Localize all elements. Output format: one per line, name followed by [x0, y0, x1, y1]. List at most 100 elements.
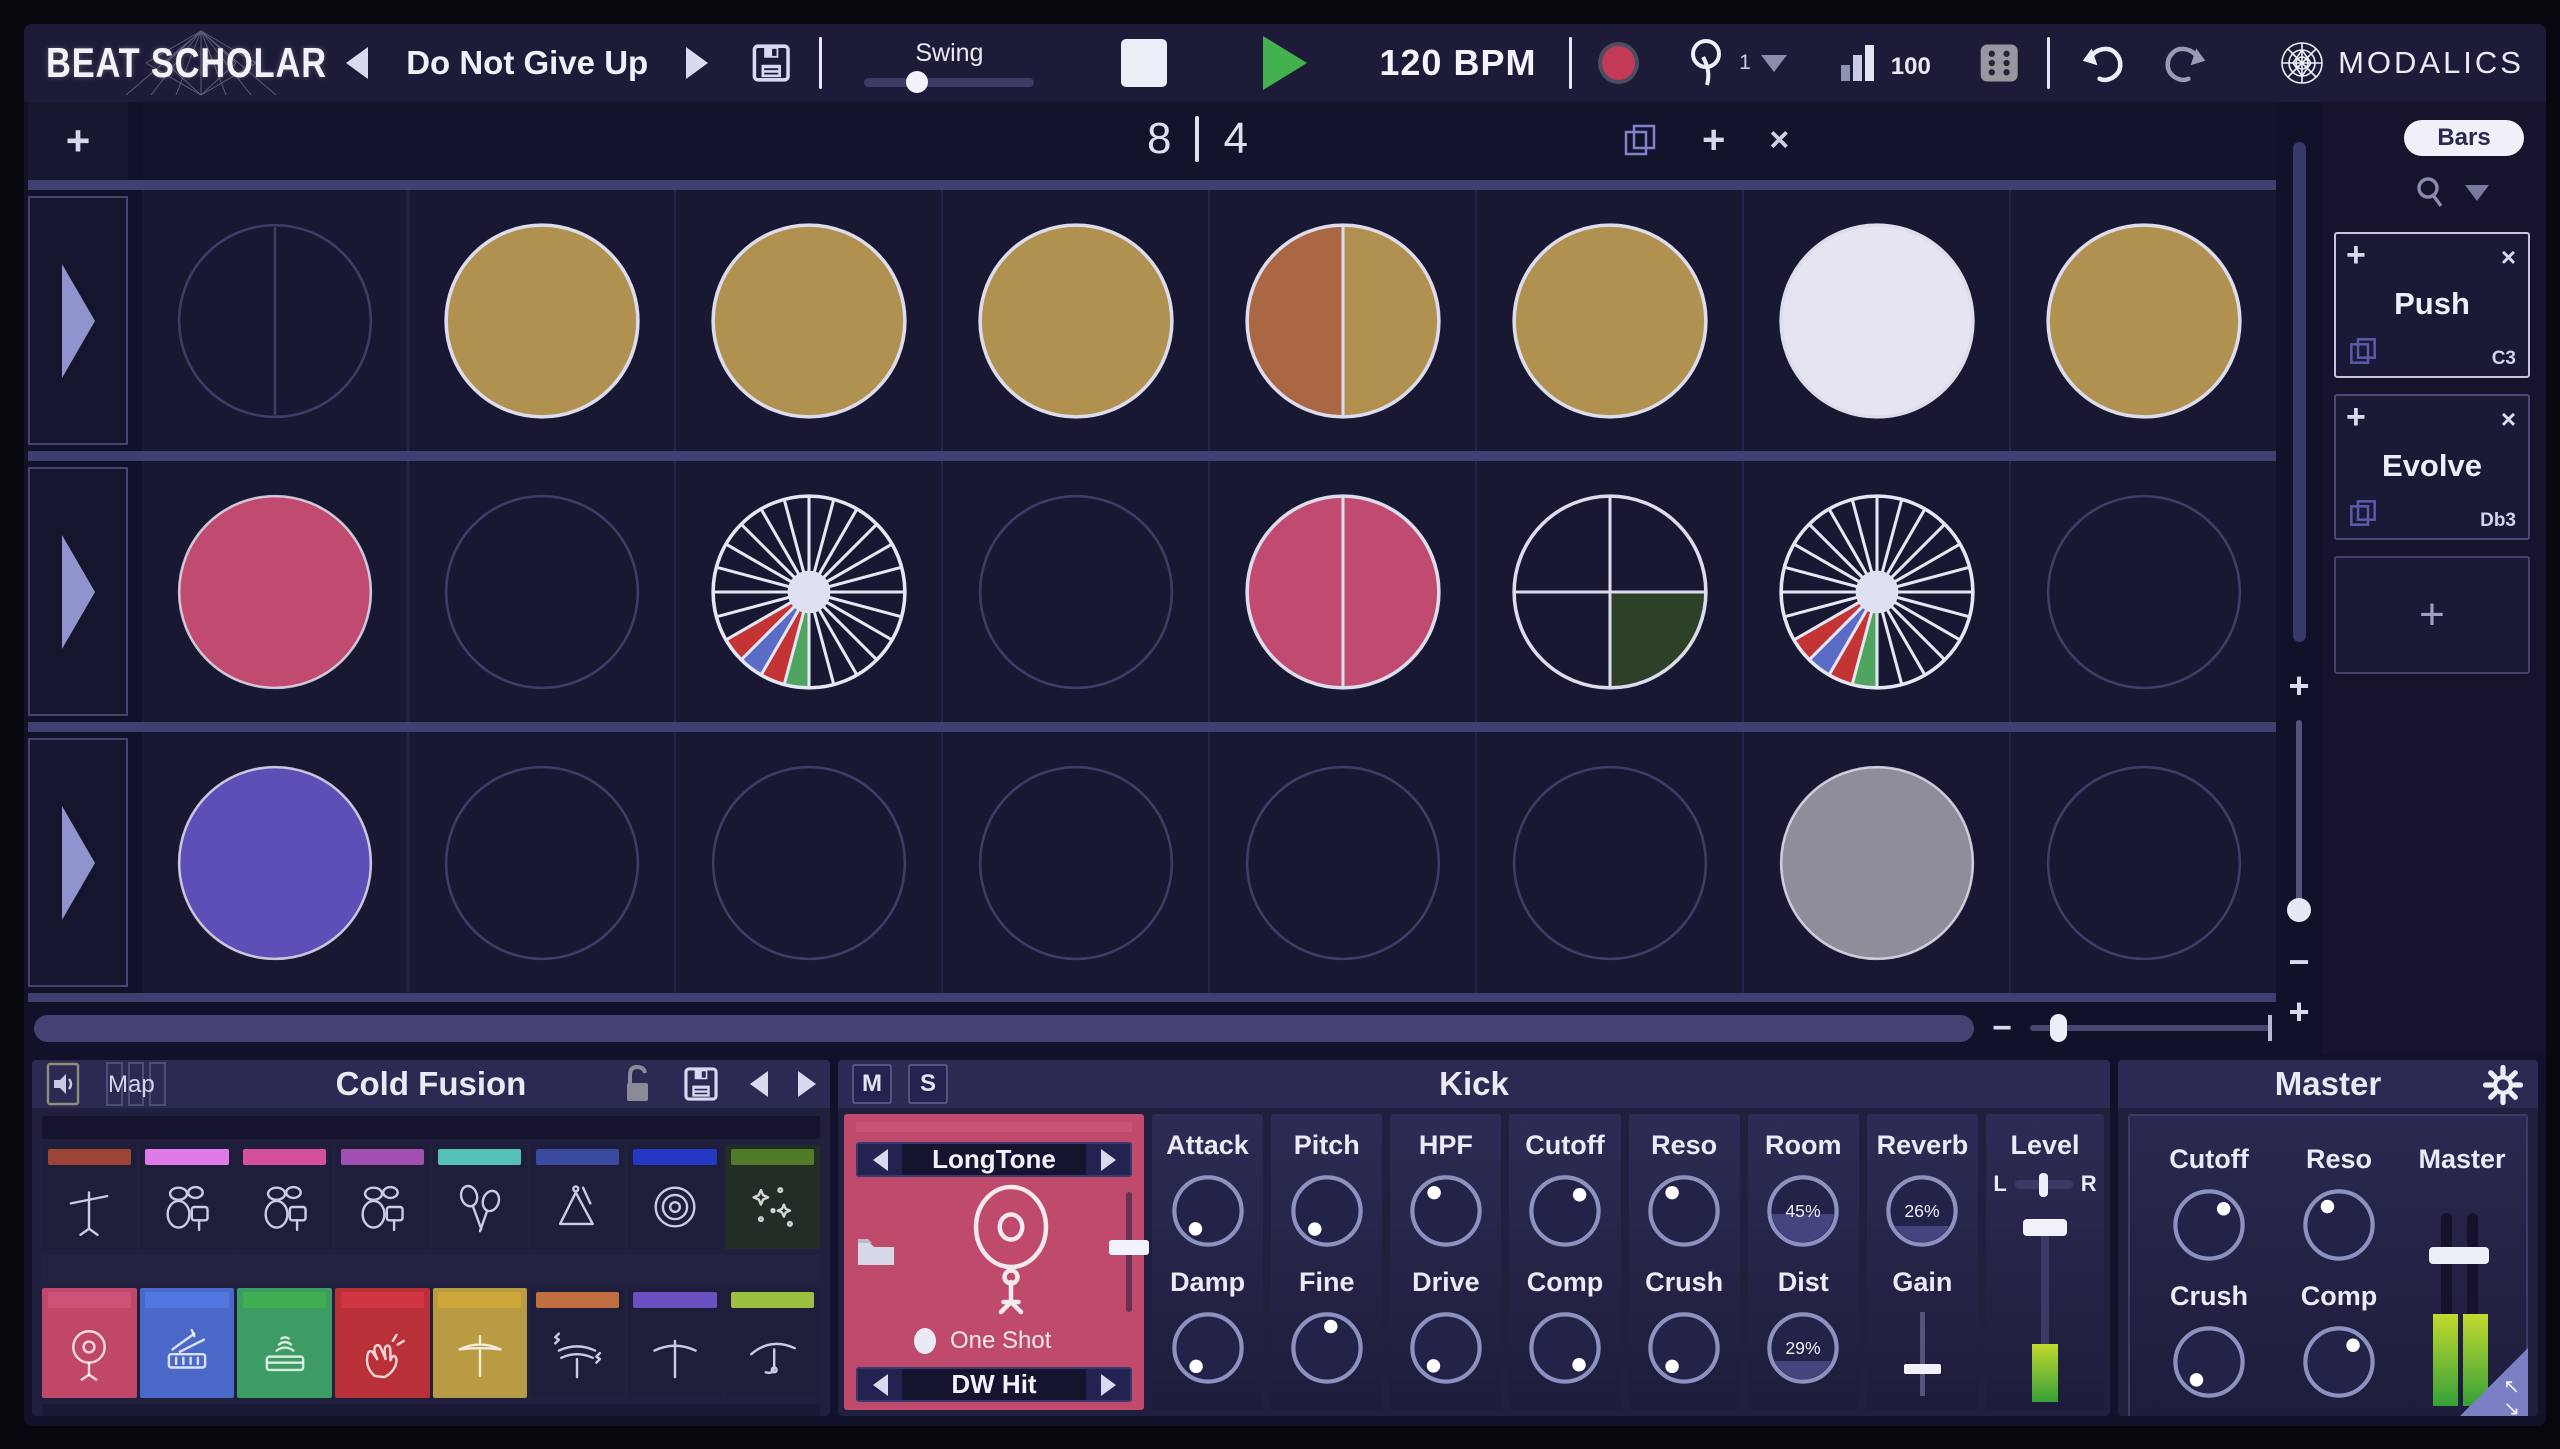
bar-count[interactable]: 100	[1891, 53, 1931, 81]
dice-icon[interactable]	[1977, 40, 2021, 86]
beat-cell-r1-c3[interactable]	[674, 190, 941, 451]
quantize-dropdown-icon[interactable]	[1761, 55, 1787, 72]
sidebar-dropdown-icon[interactable]	[2465, 185, 2489, 201]
bar-card-name[interactable]: Evolve	[2336, 448, 2528, 484]
drum-pad-cymbal[interactable]	[628, 1288, 723, 1398]
reverb-knob[interactable]: 26%	[1880, 1169, 1964, 1253]
bpm-display[interactable]: 120 BPM	[1379, 42, 1543, 84]
beat-cell-r2-c7[interactable]	[1742, 461, 2009, 722]
bars-mode-button[interactable]: Bars	[2404, 120, 2524, 156]
beat-cell-r3-c1[interactable]	[142, 732, 407, 993]
swing-slider[interactable]	[864, 78, 1034, 87]
sample-name-top[interactable]: LongTone	[902, 1144, 1086, 1175]
timeline-zoom-knob[interactable]	[2050, 1014, 2067, 1042]
cutoff-knob[interactable]	[1523, 1169, 1607, 1253]
play-button[interactable]	[1263, 36, 1307, 90]
beat-cell-r2-c3[interactable]	[674, 461, 941, 722]
beat-cell-r1-c2[interactable]	[407, 190, 674, 451]
room-knob[interactable]: 45%	[1761, 1169, 1845, 1253]
next-kit-icon[interactable]	[798, 1071, 816, 1097]
reso-knob[interactable]	[2297, 1183, 2381, 1267]
pan-knob[interactable]	[2039, 1173, 2048, 1197]
beat-cell-r2-c1[interactable]	[142, 461, 407, 722]
beat-cell-r1-c1[interactable]	[142, 190, 407, 451]
sample-volume-knob[interactable]	[1109, 1240, 1149, 1255]
time-signature[interactable]: 8 4	[1147, 114, 1248, 164]
next-pattern-icon[interactable]	[686, 47, 708, 79]
bar-card-add-icon[interactable]: +	[2346, 398, 2366, 437]
timeline-scrollbar[interactable]	[34, 1015, 1974, 1042]
record-button[interactable]	[1598, 42, 1639, 84]
lock-icon[interactable]	[622, 1063, 652, 1105]
drum-pad-drum-kit[interactable]	[335, 1145, 430, 1249]
beat-cell-r3-c5[interactable]	[1208, 732, 1475, 993]
drum-pad-hihat[interactable]	[433, 1288, 528, 1398]
bar-card-duplicate-icon[interactable]	[2348, 336, 2378, 366]
cutoff-knob[interactable]	[2167, 1183, 2251, 1267]
quantize-value[interactable]: 1	[1739, 51, 1751, 75]
drum-pad-snare-sticks[interactable]	[140, 1288, 235, 1398]
bar-card-push[interactable]: + × Push C3	[2334, 232, 2530, 378]
drum-pad-cymbal-tilt[interactable]	[725, 1288, 820, 1398]
drum-pad-clap[interactable]	[335, 1288, 430, 1398]
bar-card-close-icon[interactable]: ×	[2501, 242, 2516, 273]
crush-knob[interactable]	[1642, 1306, 1726, 1390]
crush-knob[interactable]	[2167, 1320, 2251, 1404]
pan-slider[interactable]	[2015, 1180, 2073, 1189]
comp-knob[interactable]	[2297, 1320, 2381, 1404]
beat-division[interactable]: 4	[1223, 114, 1247, 164]
bar-card-add-icon[interactable]: +	[2346, 236, 2366, 275]
drum-pad-gong[interactable]	[628, 1145, 723, 1249]
solo-button[interactable]: S	[908, 1064, 948, 1104]
map-label[interactable]: Map	[108, 1071, 155, 1099]
beat-cell-r1-c4[interactable]	[941, 190, 1208, 451]
beat-cell-r2-c6[interactable]	[1475, 461, 1742, 722]
dist-knob[interactable]: 29%	[1761, 1306, 1845, 1390]
next-articulation-icon[interactable]	[1086, 1369, 1130, 1400]
swing-slider-knob[interactable]	[906, 71, 928, 93]
vertical-zoom-in[interactable]: +	[2288, 994, 2309, 1030]
beat-cell-r3-c7[interactable]	[1742, 732, 2009, 993]
one-shot-toggle[interactable]: One Shot	[914, 1327, 1132, 1355]
drum-pad-hihat-sizzle[interactable]	[530, 1288, 625, 1398]
preview-speaker-icon[interactable]	[46, 1062, 80, 1106]
one-shot-radio[interactable]	[914, 1328, 936, 1354]
prev-kit-icon[interactable]	[750, 1071, 768, 1097]
master-fader-handle[interactable]	[2429, 1247, 2489, 1264]
save-icon[interactable]	[750, 41, 792, 85]
rail-add-button[interactable]: +	[2288, 668, 2309, 704]
beat-cell-r3-c2[interactable]	[407, 732, 674, 993]
map-toggle[interactable]: Map	[106, 1062, 166, 1106]
zoom-out-button[interactable]: −	[1992, 1011, 2012, 1045]
comp-knob[interactable]	[1523, 1306, 1607, 1390]
kit-save-icon[interactable]	[682, 1065, 720, 1103]
kit-search-strip[interactable]	[42, 1116, 820, 1139]
level-fader-handle[interactable]	[2023, 1219, 2067, 1236]
drive-knob[interactable]	[1404, 1306, 1488, 1390]
stop-button[interactable]	[1121, 39, 1167, 87]
sample-volume-slider[interactable]	[1126, 1192, 1132, 1312]
add-track-button[interactable]: +	[28, 102, 128, 180]
fine-knob[interactable]	[1285, 1306, 1369, 1390]
bar-card-name[interactable]: Push	[2336, 286, 2528, 322]
beat-cell-r3-c8[interactable]	[2009, 732, 2276, 993]
drum-pad-sparkles[interactable]	[725, 1145, 820, 1249]
bar-card-close-icon[interactable]: ×	[2501, 404, 2516, 435]
drum-pad-drum-kit[interactable]	[237, 1145, 332, 1249]
beats-count[interactable]: 8	[1147, 114, 1171, 164]
beat-cell-r3-c4[interactable]	[941, 732, 1208, 993]
bar-card-evolve[interactable]: + × Evolve Db3	[2334, 394, 2530, 540]
undo-icon[interactable]	[2076, 36, 2130, 90]
bar-card-duplicate-icon[interactable]	[2348, 498, 2378, 528]
drum-pad-triangle[interactable]	[530, 1145, 625, 1249]
redo-icon[interactable]	[2158, 36, 2212, 90]
browse-folder-icon[interactable]	[856, 1235, 896, 1269]
pitch-knob[interactable]	[1285, 1169, 1369, 1253]
drum-pad-drum-kit[interactable]	[140, 1145, 235, 1249]
reso-knob[interactable]	[1642, 1169, 1726, 1253]
drum-pad-snare-buzz[interactable]	[237, 1288, 332, 1398]
gain-slider-handle[interactable]	[1904, 1364, 1941, 1374]
drum-pad-kick-drum[interactable]	[42, 1288, 137, 1398]
beat-cell-r1-c8[interactable]	[2009, 190, 2276, 451]
attack-knob[interactable]	[1166, 1169, 1250, 1253]
